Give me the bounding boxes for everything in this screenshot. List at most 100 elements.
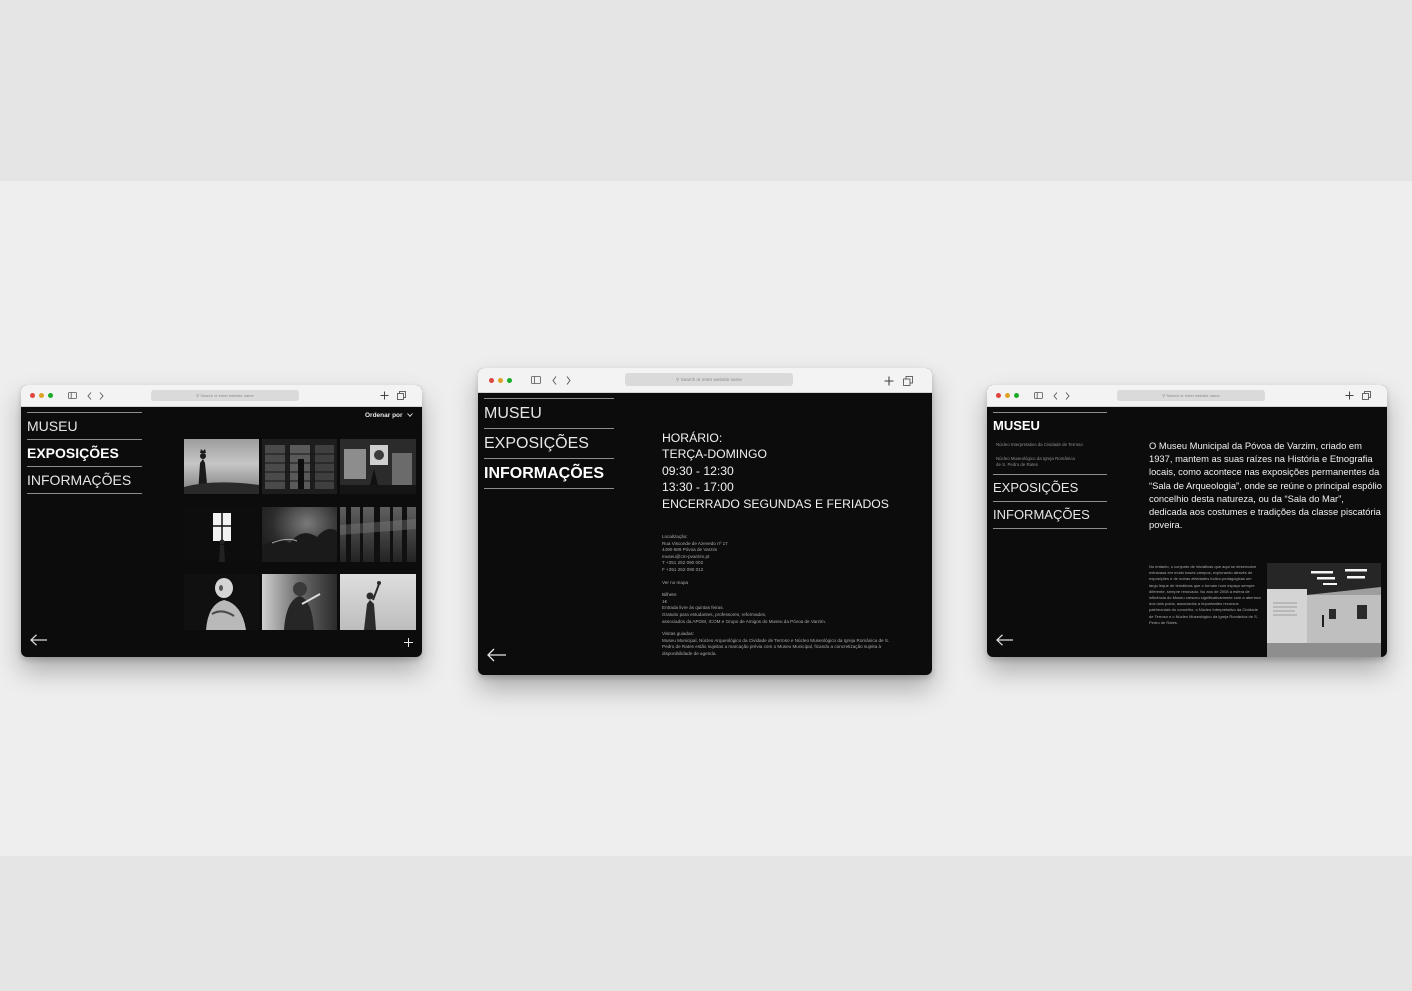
new-tab-icon[interactable] [1345,391,1354,400]
close-window-button[interactable] [996,393,1001,398]
address-bar-placeholder: Search or enter website name [1166,393,1220,398]
close-window-button[interactable] [30,393,35,398]
arrow-left-icon[interactable] [487,648,507,662]
location-line: 4490-589 Póvoa de Varzim [662,547,718,553]
arrow-left-icon[interactable] [996,634,1014,646]
visits-line: Museu Municipal, Núcleo Arqueológico da … [662,637,890,643]
nav-item-museu[interactable]: MUSEU [993,412,1107,438]
sidebar-toggle-icon[interactable] [1034,392,1043,399]
address-bar-placeholder: Search or enter website name [680,377,742,382]
nav-item-exposicoes[interactable]: EXPOSIÇÕES [27,439,142,466]
minimize-window-button[interactable] [1005,393,1010,398]
library-image [265,445,334,489]
nav-item-exposicoes[interactable]: EXPOSIÇÕES [993,474,1107,501]
tabs-overview-icon[interactable] [1362,391,1371,400]
nav-item-informacoes[interactable]: INFORMAÇÕES [993,501,1107,529]
page-content: MUSEU Núcleo Interpretativo da Cividade … [987,406,1387,657]
new-tab-icon[interactable] [884,376,894,386]
schedule-title: HORÁRIO: [662,431,723,445]
address-bar-placeholder: Search or enter website name [200,393,254,398]
browser-window-exhibitions: ⚲ Search or enter website name MUSEU EXP… [21,385,422,657]
statue-sky-image [184,449,259,494]
maximize-window-button[interactable] [1014,393,1019,398]
ticket-line: Gratuito para estudantes, professores, r… [662,611,767,617]
museum-subnav: Núcleo Interpretativo da Cividade de Ter… [993,438,1107,474]
back-nav-icon[interactable] [552,376,557,385]
sculpture-image [206,578,246,630]
exhibition-thumb-3[interactable] [340,439,416,494]
nav-item-museu[interactable]: MUSEU [484,398,614,428]
page-content: MUSEU EXPOSIÇÕES INFORMAÇÕES HORÁRIO: TE… [478,392,932,675]
ticket-line: Entrada livre às quintas feiras. [662,605,724,611]
exhibition-thumb-5[interactable] [262,507,337,562]
close-window-button[interactable] [489,378,494,383]
nav-item-exposicoes[interactable]: EXPOSIÇÕES [484,428,614,458]
nav-item-informacoes[interactable]: INFORMAÇÕES [484,458,614,489]
schedule-days: TERÇA-DOMINGO [662,447,767,462]
location-email-link[interactable]: museu@cm-pvarzim.pt [662,554,889,561]
maximize-window-button[interactable] [507,378,512,383]
exhibition-thumb-9[interactable] [340,574,416,630]
new-tab-icon[interactable] [380,391,389,400]
gallery-interior-image [1267,563,1381,657]
wave-rock-image [262,529,337,562]
schedule-morning: 09:30 - 12:30 [662,463,734,478]
sidebar-toggle-icon[interactable] [68,392,77,399]
minimize-window-button[interactable] [498,378,503,383]
address-bar[interactable]: ⚲ Search or enter website name [151,390,299,401]
back-nav-icon[interactable] [1053,392,1058,400]
visits-line: disponibilidade de agenda. [662,650,717,656]
address-bar[interactable]: ⚲ Search or enter website name [625,373,793,386]
exhibition-thumb-1[interactable] [184,439,259,494]
arrow-left-icon[interactable] [30,634,48,646]
ticket-title: Bilhete: [662,592,678,598]
main-nav: MUSEU EXPOSIÇÕES INFORMAÇÕES [27,412,142,494]
schedule-closed: ENCERRADO SEGUNDAS E FERIADOS [662,496,889,511]
visits-line: Pedro de Rates estão sujeitas a marcação… [662,644,882,650]
forward-nav-icon[interactable] [566,376,571,385]
ticket-line: associados da APOM, ICOM e Grupo de Amig… [662,618,827,624]
forest-image [340,507,416,562]
browser-toolbar: ⚲ Search or enter website name [987,385,1387,407]
back-nav-icon[interactable] [87,392,92,400]
subnav-item-igreja-rates[interactable]: Núcleo Museológico da Igreja Românica de… [996,456,1076,468]
sidebar-toggle-icon[interactable] [531,376,541,384]
museum-intro: O Museu Municipal da Póvoa de Varzim, cr… [1149,440,1382,531]
location-line: Rua Visconde de Azevedo nº 17 [662,540,728,546]
subnav-item-cividade-terroso[interactable]: Núcleo Interpretativo da Cividade de Ter… [996,442,1107,448]
ticket-line: 1€ [662,598,668,604]
tabs-overview-icon[interactable] [903,376,913,386]
main-nav: MUSEU EXPOSIÇÕES INFORMAÇÕES [484,398,614,489]
page-content: MUSEU EXPOSIÇÕES INFORMAÇÕES Ordenar por [21,406,422,657]
sort-label: Ordenar por [365,412,403,419]
schedule-block: HORÁRIO: TERÇA-DOMINGO 09:30 - 12:30 13:… [662,430,889,512]
exhibition-thumb-6[interactable] [340,507,416,562]
statue-of-liberty-image [364,581,381,630]
exhibition-thumb-8[interactable] [262,574,337,630]
tabs-overview-icon[interactable] [397,391,406,400]
browser-window-information: ⚲ Search or enter website name MUSEU EXP… [478,368,932,675]
nav-item-museu[interactable]: MUSEU [27,412,142,439]
window-controls [996,393,1019,398]
maximize-window-button[interactable] [48,393,53,398]
browser-window-museum: ⚲ Search or enter website name MUSEU Núc… [987,385,1387,657]
exhibition-thumb-4[interactable] [184,507,259,562]
address-bar[interactable]: ⚲ Search or enter website name [1117,390,1265,401]
plus-icon[interactable] [404,638,413,647]
window-controls [489,378,512,383]
main-nav: MUSEU Núcleo Interpretativo da Cividade … [993,412,1107,529]
museum-body: No entanto, o conjunto de iniciativas qu… [1149,564,1261,625]
map-link[interactable]: Ver no mapa [662,580,889,587]
location-line: T +351 252 090 002 [662,560,704,566]
exhibition-room-image [340,445,416,494]
exhibition-thumb-2[interactable] [262,439,337,494]
exhibition-thumb-7[interactable] [184,574,259,630]
window-controls [30,393,53,398]
minimize-window-button[interactable] [39,393,44,398]
schedule-afternoon: 13:30 - 17:00 [662,480,734,495]
nav-item-informacoes[interactable]: INFORMAÇÕES [27,466,142,494]
forward-nav-icon[interactable] [99,392,104,400]
forward-nav-icon[interactable] [1065,392,1070,400]
sort-dropdown[interactable]: Ordenar por [365,412,414,419]
search-icon: ⚲ [196,393,200,398]
